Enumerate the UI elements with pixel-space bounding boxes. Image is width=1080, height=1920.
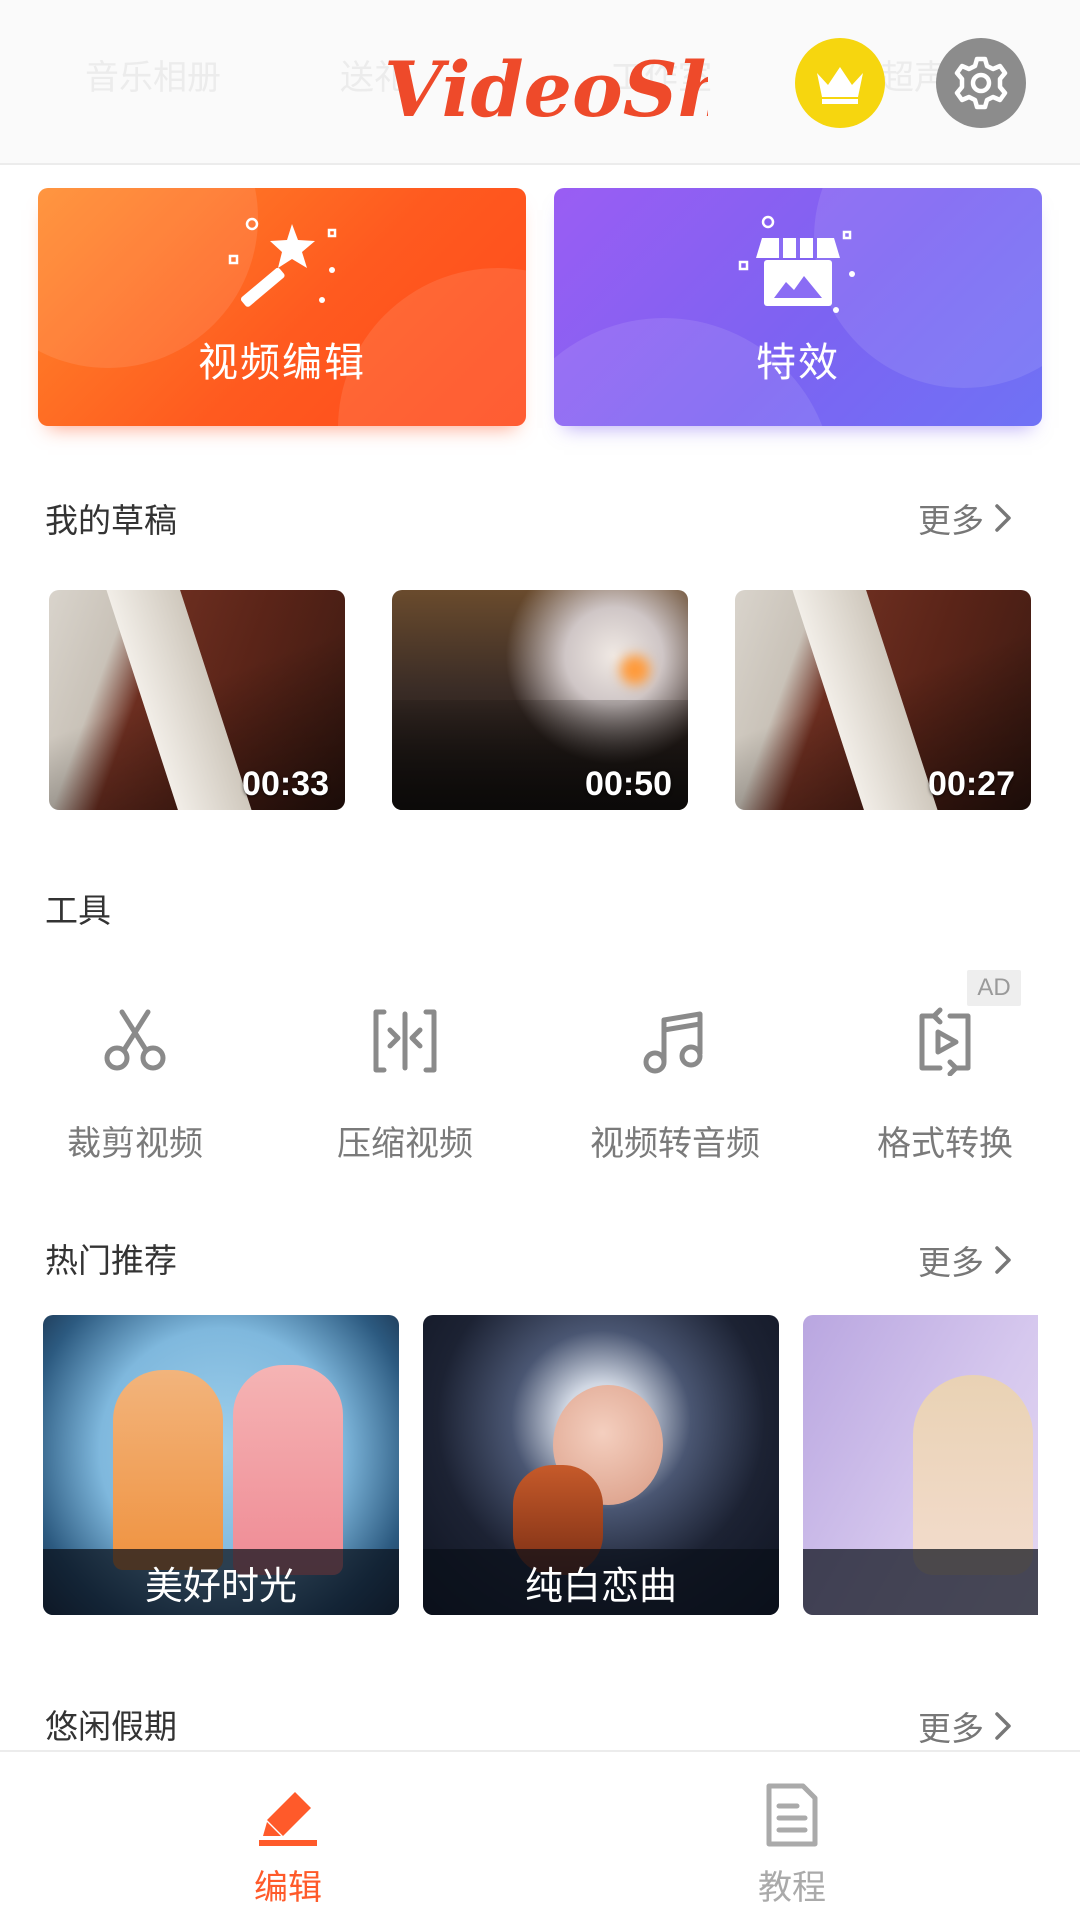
draft-duration: 00:27: [928, 765, 1015, 803]
effects-label: 特效: [756, 340, 840, 386]
pencil-icon: [259, 1792, 317, 1846]
convert-icon: [919, 1007, 971, 1076]
recommended-card[interactable]: 美好时光: [43, 1315, 399, 1615]
more-label: 更多: [918, 501, 984, 540]
tools-title: 工具: [45, 891, 111, 930]
drafts-more-link[interactable]: 更多: [918, 494, 1014, 542]
nav-label: 编辑: [254, 1868, 322, 1908]
recommended-card-title: 蝶舞: [803, 1549, 1038, 1615]
draft-image-detail: [105, 590, 253, 810]
effects-card[interactable]: 特效: [554, 188, 1042, 426]
card-image-detail: [113, 1370, 223, 1570]
store-icon: [738, 215, 855, 313]
draft-thumbnail[interactable]: 00:27: [735, 590, 1031, 810]
tool-format-convert[interactable]: 格式转换: [810, 1000, 1080, 1170]
tool-label: 视频转音频: [590, 1124, 760, 1164]
bottom-navigation: 编辑 教程: [0, 1750, 1080, 1920]
settings-button[interactable]: [936, 38, 1026, 128]
draft-thumbnail[interactable]: 00:33: [49, 590, 345, 810]
music-note-icon: [643, 1011, 703, 1074]
tool-video-to-audio[interactable]: 视频转音频: [540, 1000, 810, 1170]
recommended-carousel[interactable]: 美好时光 纯白恋曲 蝶舞: [43, 1315, 1038, 1615]
leisure-more-link[interactable]: 更多: [918, 1702, 1014, 1750]
recommended-card[interactable]: 纯白恋曲: [423, 1315, 779, 1615]
draft-duration: 00:33: [242, 765, 329, 803]
chevron-right-icon: [995, 1712, 1011, 1740]
nav-tab-tutorial[interactable]: 教程: [642, 1752, 942, 1920]
compress-icon: [373, 1009, 437, 1073]
recommended-title: 热门推荐: [45, 1241, 177, 1280]
tool-compress-video[interactable]: 压缩视频: [270, 1000, 540, 1170]
chevron-right-icon: [995, 504, 1011, 532]
leisure-title: 悠闲假期: [45, 1707, 177, 1746]
video-edit-card[interactable]: 视频编辑: [38, 188, 526, 426]
recommended-card-title: 纯白恋曲: [423, 1549, 779, 1615]
videoshow-logo: VideoShow: [384, 45, 708, 134]
recommended-card-title: 美好时光: [43, 1549, 399, 1615]
draft-thumbnail[interactable]: 00:50: [392, 590, 688, 810]
card-decoration: [338, 268, 526, 426]
chevron-right-icon: [995, 1246, 1011, 1274]
app-header: 音乐相册 送礼 工作室 超声 VideoShow: [0, 0, 1080, 165]
logo-text: VideoShow: [384, 45, 708, 134]
magic-wand-icon: [228, 217, 337, 307]
draft-image-detail: [620, 655, 650, 685]
video-edit-label: 视频编辑: [198, 340, 366, 386]
crown-icon: [817, 67, 863, 104]
gear-icon: [954, 56, 1008, 110]
card-image-detail: [233, 1365, 343, 1575]
scissors-icon: [104, 1009, 166, 1071]
tool-label: 裁剪视频: [67, 1124, 203, 1164]
drafts-title: 我的草稿: [45, 501, 177, 540]
tool-label: 格式转换: [877, 1124, 1013, 1164]
nav-label: 教程: [758, 1868, 826, 1908]
recommended-more-link[interactable]: 更多: [918, 1236, 1014, 1284]
tool-crop-video[interactable]: 裁剪视频: [0, 1000, 270, 1170]
nav-tab-edit[interactable]: 编辑: [138, 1752, 438, 1920]
recommended-card[interactable]: 蝶舞: [803, 1315, 1038, 1615]
draft-duration: 00:50: [585, 765, 672, 803]
vip-button[interactable]: [795, 38, 885, 128]
tool-label: 压缩视频: [337, 1124, 473, 1164]
document-icon: [766, 1783, 818, 1847]
draft-image-detail: [791, 590, 939, 810]
more-label: 更多: [918, 1709, 984, 1748]
card-image-detail: [913, 1375, 1033, 1575]
more-label: 更多: [918, 1243, 984, 1282]
ghost-tab: 音乐相册: [85, 58, 221, 98]
